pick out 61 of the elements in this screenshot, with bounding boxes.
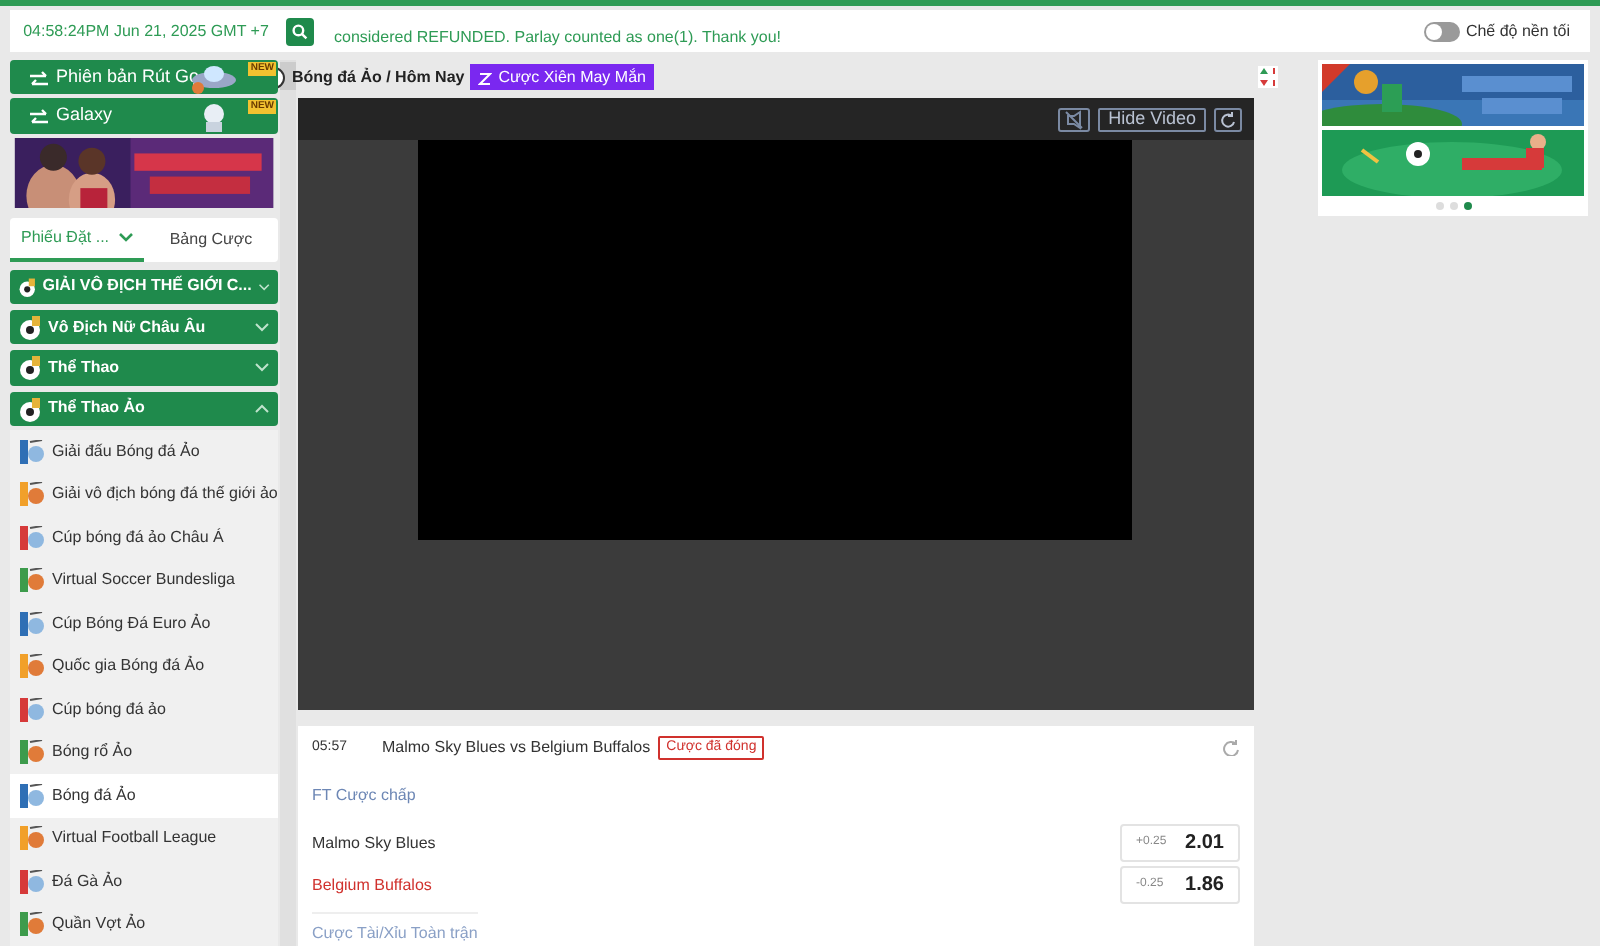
team-name: Belgium Buffalos bbox=[312, 873, 434, 898]
chevron-down-icon bbox=[117, 232, 134, 243]
chevron-up-icon bbox=[254, 403, 270, 414]
category-header[interactable]: Thể Thao Ảo bbox=[10, 391, 278, 427]
sport-icon bbox=[20, 611, 44, 636]
sidebar-item[interactable]: Bóng rổ Ảo bbox=[10, 731, 278, 775]
chevron-down-icon bbox=[254, 322, 270, 333]
chevron-down-icon bbox=[257, 281, 270, 292]
sidebar-tab[interactable]: Phiếu Đặt ... bbox=[10, 218, 144, 262]
mute-icon bbox=[1058, 107, 1091, 131]
search-icon bbox=[292, 23, 308, 39]
clock-text: 04:58:24PM Jun 21, 2025 GMT +7 bbox=[21, 19, 271, 43]
sport-icon bbox=[20, 869, 44, 894]
news-ticker: considered REFUNDED. Parlay counted as one(1). Thank you! bbox=[334, 26, 782, 50]
sport-icon bbox=[20, 912, 44, 937]
sport-icon bbox=[20, 654, 44, 679]
category-header[interactable]: Thể Thao bbox=[10, 350, 278, 386]
sport-icon bbox=[20, 697, 44, 722]
hide-video-button[interactable]: Hide Video bbox=[1098, 107, 1206, 131]
refresh-icon bbox=[1222, 738, 1240, 757]
sport-icon bbox=[20, 783, 44, 808]
sidebar-item[interactable]: Bóng đá Ảo bbox=[10, 774, 278, 818]
zigzag-icon bbox=[478, 69, 493, 85]
chevron-down-icon bbox=[254, 362, 270, 373]
sport-icon bbox=[20, 482, 44, 507]
category-header[interactable]: Vô Địch Nữ Châu Âu bbox=[10, 309, 278, 345]
sport-icon bbox=[20, 568, 44, 593]
dark-mode-toggle[interactable] bbox=[1423, 21, 1460, 41]
category-header[interactable]: GIẢI VÔ ĐỊCH THẾ GIỚI C... bbox=[10, 269, 278, 304]
sort-arrows-icon bbox=[1258, 66, 1278, 88]
market-title: FT Cược chấp bbox=[312, 784, 418, 809]
soccer-ball-icon bbox=[18, 273, 37, 300]
team-name: Malmo Sky Blues bbox=[312, 831, 438, 856]
sidebar-item[interactable]: Đá Gà Ảo bbox=[10, 860, 278, 904]
swap-icon bbox=[30, 69, 48, 86]
parlay-button[interactable]: Cược Xiên May Mắn bbox=[470, 64, 654, 90]
promo-label: Galaxy bbox=[56, 102, 113, 129]
soccer-ball-icon bbox=[18, 354, 42, 381]
search-button[interactable] bbox=[286, 17, 314, 45]
sidebar-item[interactable]: Giải vô địch bóng đá thế giới ảo bbox=[10, 473, 278, 517]
sport-icon bbox=[20, 439, 44, 464]
sport-icon bbox=[20, 525, 44, 550]
soccer-ball-icon bbox=[18, 395, 42, 422]
sidebar-item[interactable]: Quốc gia Bóng đá Ảo bbox=[10, 645, 278, 689]
sidebar-item[interactable]: Virtual Soccer Bundesliga bbox=[10, 559, 278, 603]
refresh-icon bbox=[1214, 107, 1242, 131]
sidebar-item[interactable]: Virtual Football League bbox=[10, 817, 278, 861]
match-title: Malmo Sky Blues vs Belgium Buffalos bbox=[382, 735, 651, 760]
breadcrumb: Bóng đá Ảo / Hôm Nay bbox=[292, 65, 465, 89]
sidebar-item[interactable]: Giải đấu Bóng đá Ảo bbox=[10, 430, 278, 474]
sidebar-item[interactable]: Quần Vợt Ảo bbox=[10, 903, 278, 946]
sidebar-item[interactable]: Cúp bóng đá ảo Châu Á bbox=[10, 516, 278, 560]
swap-icon bbox=[30, 108, 48, 125]
sidebar-item[interactable]: Cúp bóng đá ảo bbox=[10, 688, 278, 732]
sport-icon bbox=[20, 740, 44, 765]
sidebar-item[interactable]: Cúp Bóng Đá Euro Ảo bbox=[10, 602, 278, 646]
sport-icon bbox=[20, 826, 44, 851]
dark-mode-label: Chế độ nền tối bbox=[1465, 19, 1570, 43]
market-title: Cược Tài/Xỉu Toàn trận bbox=[312, 912, 478, 946]
sidebar-tab[interactable]: Bảng Cược bbox=[144, 218, 278, 262]
soccer-ball-icon bbox=[18, 314, 42, 341]
